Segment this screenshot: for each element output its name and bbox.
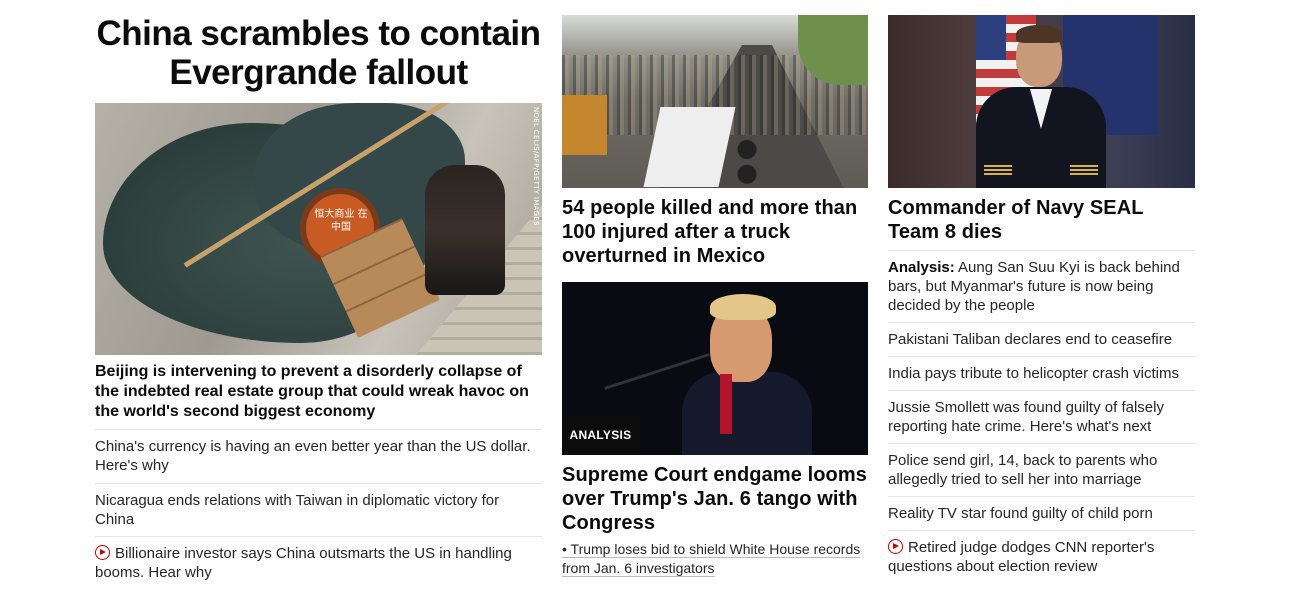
barrier [562, 95, 607, 155]
evergrande-photo[interactable]: 恒大商业 在中国 NOEL CELIS/AFP/GETTY IMAGES [95, 103, 542, 355]
list-item[interactable]: Billionaire investor says China outsmart… [95, 536, 542, 589]
list-item[interactable]: India pays tribute to helicopter crash v… [888, 356, 1195, 390]
mexico-truck-photo[interactable] [562, 15, 868, 188]
sleeve-stripes [1070, 165, 1098, 175]
list-item[interactable]: China's currency is having an even bette… [95, 429, 542, 483]
worker-figure [425, 165, 505, 295]
right-links: Analysis: Aung San Suu Kyi is back behin… [888, 250, 1195, 580]
link-text: Police send girl, 14, back to parents wh… [888, 452, 1158, 488]
link-text: Retired judge dodges CNN reporter's ques… [888, 539, 1155, 575]
tie [720, 374, 732, 434]
list-item[interactable]: Nicaragua ends relations with Taiwan in … [95, 483, 542, 536]
list-item[interactable]: Retired judge dodges CNN reporter's ques… [888, 530, 1195, 580]
link-text: China's currency is having an even bette… [95, 438, 531, 474]
mexico-headline[interactable]: 54 people killed and more than 100 injur… [562, 196, 868, 268]
play-icon [888, 539, 903, 554]
sleeve-stripes [984, 165, 1012, 175]
logo-sign-text: 恒大商业 在中国 [314, 209, 368, 233]
lead-headline[interactable]: China scrambles to contain Evergrande fa… [95, 14, 542, 92]
link-text: Nicaragua ends relations with Taiwan in … [95, 492, 500, 528]
hair [710, 294, 776, 320]
list-item[interactable]: Reality TV star found guilty of child po… [888, 496, 1195, 530]
flag-canton [976, 15, 1006, 60]
link-text: Jussie Smollett was found guilty of fals… [888, 399, 1164, 435]
list-item[interactable]: Analysis: Aung San Suu Kyi is back behin… [888, 250, 1195, 322]
link-text: • Trump loses bid to shield White House … [562, 541, 861, 576]
lead-subhead[interactable]: Beijing is intervening to prevent a diso… [95, 362, 542, 422]
analysis-label: Analysis: [888, 259, 955, 276]
list-item[interactable]: Pakistani Taliban declares end to ceasef… [888, 322, 1195, 356]
link-text: Billionaire investor says China outsmart… [95, 545, 512, 581]
lead-related-links: China's currency is having an even bette… [95, 429, 542, 589]
link-text: India pays tribute to helicopter crash v… [888, 365, 1179, 382]
truck-wheels [727, 133, 767, 188]
photo-credit: NOEL CELIS/AFP/GETTY IMAGES [532, 107, 540, 226]
link-text: Reality TV star found guilty of child po… [888, 505, 1153, 522]
suit [682, 372, 812, 455]
play-icon [95, 545, 110, 560]
link-text: Pakistani Taliban declares end to ceasef… [888, 331, 1173, 348]
hair [1016, 25, 1062, 43]
list-item[interactable]: Jussie Smollett was found guilty of fals… [888, 390, 1195, 443]
supreme-court-headline[interactable]: Supreme Court endgame looms over Trump's… [562, 463, 868, 535]
trump-records-link[interactable]: • Trump loses bid to shield White House … [562, 540, 868, 578]
navy-commander-photo[interactable] [888, 15, 1195, 188]
list-item[interactable]: Police send girl, 14, back to parents wh… [888, 443, 1195, 496]
navy-headline[interactable]: Commander of Navy SEAL Team 8 dies [888, 196, 1195, 244]
analysis-badge[interactable]: ANALYSIS [562, 416, 639, 455]
